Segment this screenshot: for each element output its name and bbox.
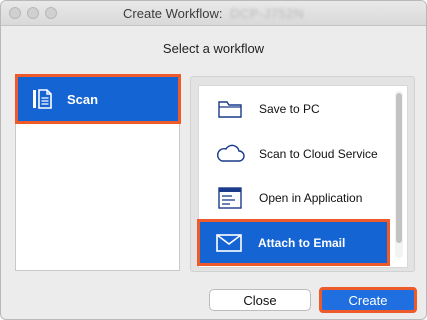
title-bar: Create Workflow: DCP-J752N <box>1 1 426 26</box>
scrollbar-thumb[interactable] <box>396 93 402 243</box>
cloud-icon <box>215 143 245 165</box>
envelope-icon <box>214 233 244 253</box>
workflow-label: Scan to Cloud Service <box>259 147 378 161</box>
workflow-item-scan-to-cloud[interactable]: Scan to Cloud Service <box>199 132 393 176</box>
category-item-scan[interactable]: Scan <box>15 74 181 124</box>
folder-icon <box>215 98 245 120</box>
workflow-scrollbar[interactable] <box>395 91 403 258</box>
workflow-label: Open in Application <box>259 191 363 205</box>
scan-document-icon <box>31 88 53 110</box>
create-workflow-dialog: Create Workflow: DCP-J752N Select a work… <box>0 0 427 320</box>
device-name: DCP-J752N <box>230 6 304 21</box>
category-label-scan: Scan <box>67 91 99 107</box>
workflow-list: Save to PC Scan to Cloud Service Open in… <box>197 85 408 268</box>
workflow-item-save-to-pc[interactable]: Save to PC <box>199 87 393 131</box>
window-title: Create Workflow: DCP-J752N <box>1 6 426 21</box>
window-title-text: Create Workflow: <box>123 6 223 21</box>
select-workflow-heading: Select a workflow <box>162 41 265 56</box>
workflow-item-attach-to-email[interactable]: Attach to Email <box>197 219 390 266</box>
workflow-label: Attach to Email <box>258 235 346 250</box>
close-button[interactable]: Close <box>209 289 311 311</box>
create-button[interactable]: Create <box>319 287 417 313</box>
workflow-item-open-in-application[interactable]: Open in Application <box>199 176 393 220</box>
workflow-label: Save to PC <box>259 102 320 116</box>
application-window-icon <box>215 186 245 210</box>
